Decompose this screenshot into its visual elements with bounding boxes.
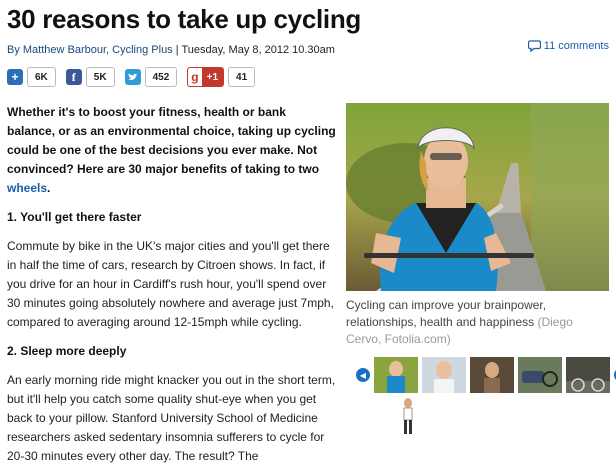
gallery-thumbnail[interactable] (374, 357, 418, 393)
byline: By Matthew Barbour, Cycling Plus | Tuesd… (7, 44, 335, 56)
gplus-count: 41 (228, 67, 256, 87)
gallery-thumbnail[interactable] (566, 357, 610, 393)
byline-author[interactable]: By Matthew Barbour, Cycling Plus (7, 44, 173, 56)
share-bar: + 6K f 5K 452 g +1 41 (7, 67, 261, 87)
gplus-icon: g (188, 70, 202, 84)
speech-bubble-icon (527, 40, 541, 52)
twitter-count: 452 (144, 67, 178, 87)
twitter-icon[interactable] (124, 69, 141, 85)
comments-link[interactable]: 11 comments (527, 40, 609, 52)
gallery-thumbnails: ◀ ▶ (356, 357, 616, 393)
gallery-thumbnail[interactable] (422, 357, 466, 393)
article-title: 30 reasons to take up cycling (7, 4, 361, 34)
photo-caption: Cycling can improve your brainpower, rel… (346, 297, 609, 348)
facebook-count: 5K (85, 67, 115, 87)
gallery-main-photo[interactable] (346, 103, 609, 291)
add-share-icon[interactable]: + (7, 69, 23, 85)
gallery-thumbnail[interactable] (470, 357, 514, 393)
facebook-icon[interactable]: f (65, 69, 82, 85)
gallery-thumbnail[interactable] (518, 357, 562, 393)
gplus-label: +1 (201, 68, 224, 86)
add-share-count: 6K (27, 67, 56, 87)
intro-paragraph: Whether it's to boost your fitness, heal… (7, 105, 336, 195)
wheels-link[interactable]: wheels (7, 181, 47, 195)
paragraph-1: Commute by bike in the UK's major cities… (7, 239, 334, 329)
paragraph-2: An early morning ride might knacker you … (7, 373, 336, 463)
gallery-prev-icon[interactable]: ◀ (356, 368, 370, 382)
section-heading-2: 2. Sleep more deeply (7, 344, 127, 358)
section-heading-1: 1. You'll get there faster (7, 210, 142, 224)
gplus-button[interactable]: g +1 (187, 67, 225, 87)
byline-date: | Tuesday, May 8, 2012 10.30am (172, 44, 335, 56)
caption-text: Cycling can improve your brainpower, rel… (346, 298, 547, 329)
gallery-thumbnail[interactable] (398, 398, 418, 436)
article-body: Whether it's to boost your fitness, heal… (7, 103, 337, 476)
comments-label: 11 comments (543, 40, 609, 52)
